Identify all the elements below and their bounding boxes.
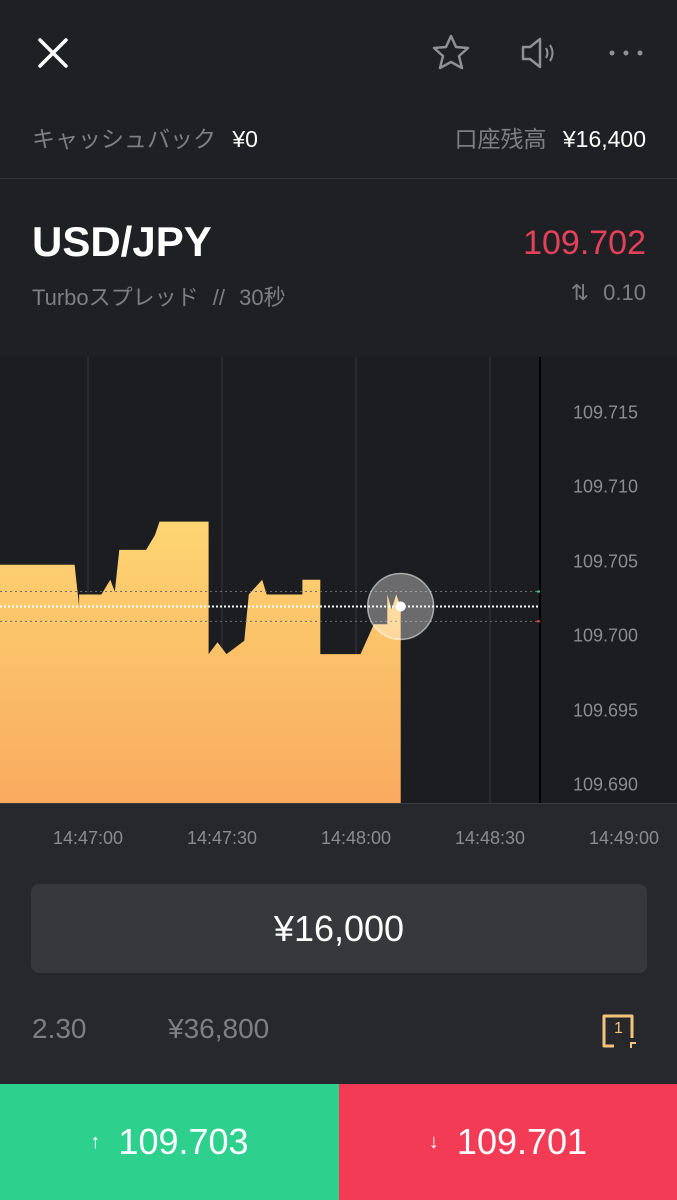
- current-point: [395, 601, 406, 612]
- close-icon[interactable]: [30, 30, 76, 76]
- y-tick-label: 109.690: [573, 774, 639, 795]
- price-area: [0, 521, 401, 803]
- low-price: 109.701: [456, 1121, 588, 1162]
- x-tick-label: 14:49:00: [588, 828, 660, 848]
- trade-mode: Turboスプレッド // 30秒: [32, 280, 286, 312]
- speaker-icon[interactable]: [516, 30, 562, 76]
- high-price: 109.703: [118, 1121, 249, 1162]
- current-price: 109.702: [523, 224, 646, 262]
- balance-value: ¥16,400: [562, 126, 646, 152]
- chart-svg: [0, 357, 541, 803]
- low-button[interactable]: ↓ 109.701: [339, 1084, 677, 1200]
- y-tick-label: 109.705: [573, 551, 639, 572]
- ask-marker: [537, 590, 540, 593]
- x-tick-label: 14:47:30: [186, 828, 258, 848]
- up-down-arrows-icon: ⇅: [570, 280, 590, 305]
- spread: ⇅ 0.10: [571, 280, 646, 306]
- more-dots-icon[interactable]: [603, 30, 649, 76]
- separator: //: [212, 285, 226, 310]
- account-balance: 口座残高 ¥16,400: [454, 120, 646, 154]
- price-chart[interactable]: 109.715 109.710 109.705 109.700 109.695 109.6…: [0, 357, 677, 803]
- payout-amount: ¥36,800: [168, 1013, 270, 1044]
- x-tick-label: 14:47:00: [52, 828, 124, 848]
- one-click-label: 1: [614, 1020, 623, 1037]
- y-tick-label: 109.715: [573, 402, 639, 423]
- x-tick-label: 14:48:30: [454, 828, 526, 848]
- one-click-icon[interactable]: 1: [600, 1012, 638, 1050]
- arrow-up-icon: ↑: [90, 1130, 101, 1153]
- star-icon[interactable]: [428, 30, 474, 76]
- duration: 30秒: [239, 285, 286, 310]
- payout-rate: 2.30: [32, 1013, 87, 1044]
- divider: [0, 178, 677, 179]
- y-tick-label: 109.695: [573, 700, 639, 721]
- y-tick-label: 109.700: [573, 625, 639, 646]
- cashback-value: ¥0: [232, 126, 258, 152]
- arrow-down-icon: ↓: [428, 1130, 439, 1153]
- balance-label: 口座残高: [454, 126, 547, 152]
- cashback-label: キャッシュバック: [32, 126, 216, 152]
- spread-value: 0.10: [603, 280, 646, 305]
- amount-input[interactable]: ¥16,000: [31, 884, 647, 973]
- bid-marker: [537, 620, 540, 623]
- time-axis: 14:47:00 14:47:30 14:48:00 14:48:30 14:49:00: [0, 803, 677, 871]
- x-tick-label: 14:48:00: [320, 828, 392, 848]
- mode-label: Turboスプレッド: [32, 285, 199, 310]
- cashback: キャッシュバック ¥0: [32, 120, 258, 154]
- high-button[interactable]: ↑ 109.703: [0, 1084, 339, 1200]
- y-tick-label: 109.710: [573, 476, 639, 497]
- currency-pair[interactable]: USD/JPY: [32, 218, 212, 266]
